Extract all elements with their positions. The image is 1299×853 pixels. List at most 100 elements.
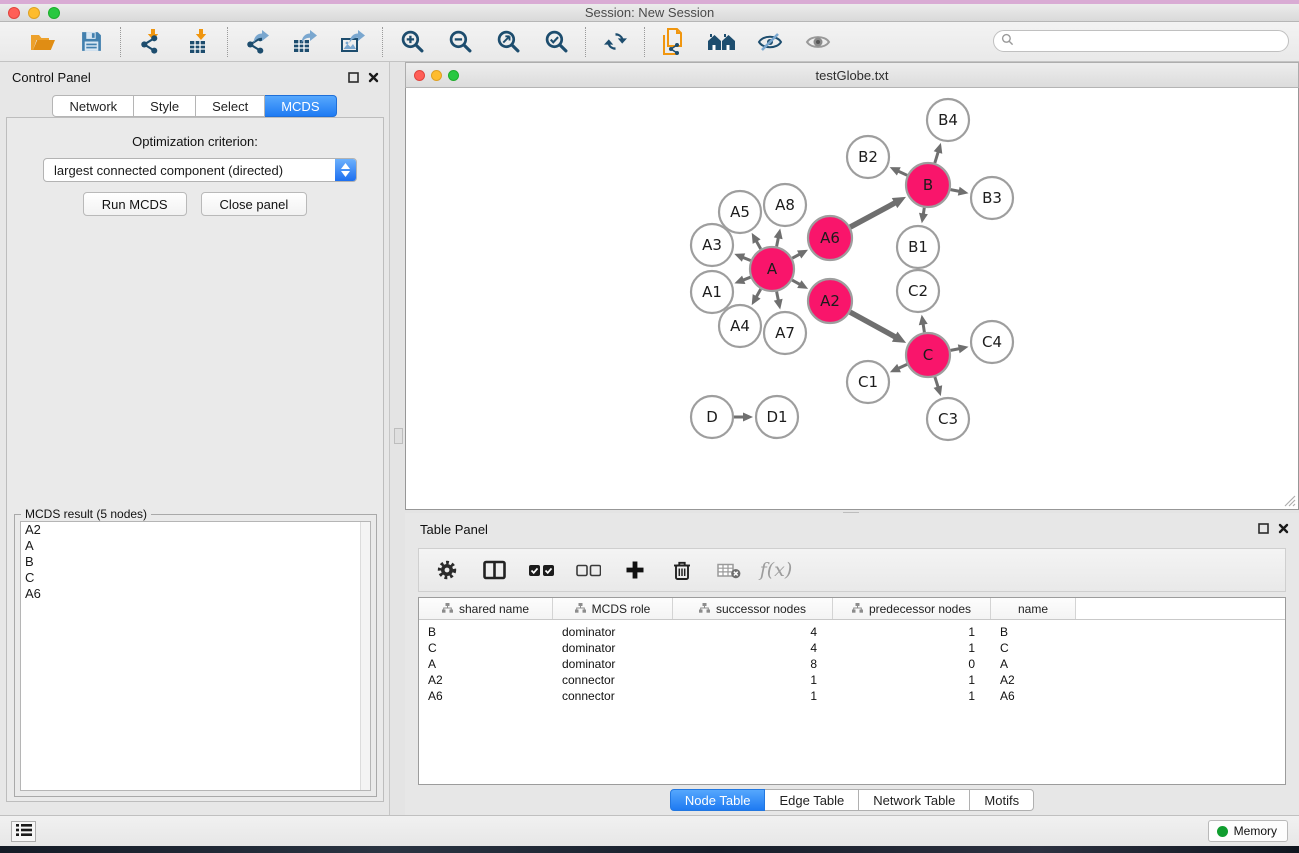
tab-style[interactable]: Style	[134, 95, 196, 117]
graph-node-D1[interactable]: D1	[756, 396, 798, 438]
refresh-network-icon[interactable]	[600, 27, 630, 57]
svg-text:C3: C3	[938, 410, 958, 428]
graph-node-B2[interactable]: B2	[847, 136, 889, 178]
column-header-shared-name[interactable]: shared name	[419, 598, 553, 619]
mcds-result-item[interactable]: A	[21, 538, 370, 554]
graph-node-B3[interactable]: B3	[971, 177, 1013, 219]
graph-node-A[interactable]: A	[750, 247, 794, 291]
column-header-name[interactable]: name	[991, 598, 1076, 619]
split-panel-icon[interactable]	[481, 557, 507, 583]
graph-node-C[interactable]: C	[906, 333, 950, 377]
optimization-criterion-select[interactable]: largest connected component (directed)	[43, 158, 357, 182]
table-tabs: Node TableEdge TableNetwork TableMotifs	[405, 789, 1299, 811]
show-panel-list-button[interactable]	[11, 821, 36, 842]
tab-network[interactable]: Network	[52, 95, 134, 117]
import-network-icon[interactable]	[135, 27, 165, 57]
open-file-icon[interactable]	[28, 27, 58, 57]
table-header-row: shared nameMCDS rolesuccessor nodesprede…	[419, 598, 1285, 620]
delete-columns-icon[interactable]	[669, 557, 695, 583]
table-row[interactable]: Adominator80A	[419, 656, 1285, 672]
vertical-splitter-handle[interactable]	[394, 428, 403, 444]
app-titlebar: Session: New Session	[0, 4, 1299, 22]
close-panel-button[interactable]: Close panel	[201, 192, 308, 216]
duplicate-network-icon[interactable]	[659, 27, 689, 57]
float-table-panel-icon[interactable]	[1258, 522, 1269, 537]
close-table-panel-icon[interactable]	[1278, 522, 1289, 537]
home-icon[interactable]	[707, 27, 737, 57]
graph-node-A3[interactable]: A3	[691, 224, 733, 266]
graph-node-A8[interactable]: A8	[764, 184, 806, 226]
birdseye-view-icon[interactable]	[803, 27, 833, 57]
graph-node-B[interactable]: B	[906, 163, 950, 207]
zoom-fit-icon[interactable]	[493, 27, 523, 57]
graph-node-A6[interactable]: A6	[808, 216, 852, 260]
export-table-icon[interactable]	[290, 27, 320, 57]
float-panel-icon[interactable]	[348, 71, 359, 86]
tab-node-table[interactable]: Node Table	[670, 789, 766, 811]
save-session-icon[interactable]	[76, 27, 106, 57]
network-canvas[interactable]: B4 B2 B B3 B1 A5A8A6 A3 A A1 A2 C2 A4A7 C4 C C1 C3 D D1	[405, 88, 1299, 510]
zoom-in-icon[interactable]	[397, 27, 427, 57]
graph-node-A7[interactable]: A7	[764, 312, 806, 354]
graph-node-D[interactable]: D	[691, 396, 733, 438]
graph-node-A4[interactable]: A4	[719, 305, 761, 347]
import-table-icon[interactable]	[183, 27, 213, 57]
column-header-predecessor-nodes[interactable]: predecessor nodes	[833, 598, 991, 619]
table-cell: dominator	[553, 657, 673, 671]
run-mcds-button[interactable]: Run MCDS	[83, 192, 187, 216]
graph-node-C3[interactable]: C3	[927, 398, 969, 440]
toolbar-group	[121, 27, 227, 57]
tab-motifs[interactable]: Motifs	[970, 789, 1034, 811]
table-options-gear-icon[interactable]	[434, 557, 460, 583]
zoom-out-icon[interactable]	[445, 27, 475, 57]
graph-node-B4[interactable]: B4	[927, 99, 969, 141]
mcds-result-item[interactable]: B	[21, 554, 370, 570]
table-cell: A6	[991, 689, 1076, 703]
graph-node-A5[interactable]: A5	[719, 191, 761, 233]
svg-text:B3: B3	[982, 189, 1002, 207]
create-column-icon[interactable]	[622, 557, 648, 583]
tab-network-table[interactable]: Network Table	[859, 789, 970, 811]
close-panel-icon[interactable]	[368, 71, 379, 86]
export-image-icon[interactable]	[338, 27, 368, 57]
search-input[interactable]	[1014, 34, 1288, 48]
memory-button[interactable]: Memory	[1208, 820, 1288, 842]
tab-select[interactable]: Select	[196, 95, 265, 117]
table-cell: connector	[553, 673, 673, 687]
result-scrollbar[interactable]	[360, 522, 370, 790]
table-row[interactable]: Cdominator41C	[419, 640, 1285, 656]
graph-node-C1[interactable]: C1	[847, 361, 889, 403]
table-cell: A	[419, 657, 553, 671]
session-title: Session: New Session	[0, 5, 1299, 20]
graph-node-C2[interactable]: C2	[897, 270, 939, 312]
export-network-icon[interactable]	[242, 27, 272, 57]
hierarchy-icon	[852, 602, 863, 616]
mcds-result-list[interactable]: A2ABCA6	[20, 521, 371, 791]
graph-node-A1[interactable]: A1	[691, 271, 733, 313]
tab-mcds[interactable]: MCDS	[265, 95, 336, 117]
graph-node-B1[interactable]: B1	[897, 226, 939, 268]
mcds-result-item[interactable]: C	[21, 570, 370, 586]
table-cell: 0	[833, 657, 991, 671]
table-row[interactable]: Bdominator41B	[419, 624, 1285, 640]
hide-graphics-details-icon[interactable]	[755, 27, 785, 57]
table-row[interactable]: A6connector11A6	[419, 688, 1285, 704]
column-header-successor-nodes[interactable]: successor nodes	[673, 598, 833, 619]
node-table[interactable]: shared nameMCDS rolesuccessor nodesprede…	[418, 597, 1286, 785]
select-all-columns-icon[interactable]	[528, 557, 554, 583]
unselect-all-columns-icon[interactable]	[575, 557, 601, 583]
graph-node-A2[interactable]: A2	[808, 279, 852, 323]
svg-text:C: C	[923, 346, 933, 364]
mcds-result-item[interactable]: A6	[21, 586, 370, 602]
column-header-MCDS-role[interactable]: MCDS role	[553, 598, 673, 619]
table-row[interactable]: A2connector11A2	[419, 672, 1285, 688]
table-cell: B	[419, 625, 553, 639]
table-cell: connector	[553, 689, 673, 703]
tab-edge-table[interactable]: Edge Table	[765, 789, 859, 811]
search-field[interactable]	[993, 30, 1289, 52]
zoom-selected-icon[interactable]	[541, 27, 571, 57]
mcds-result-item[interactable]: A2	[21, 522, 370, 538]
network-window-titlebar[interactable]: testGlobe.txt	[405, 62, 1299, 88]
graph-node-C4[interactable]: C4	[971, 321, 1013, 363]
resize-grip-icon[interactable]	[1283, 494, 1296, 507]
